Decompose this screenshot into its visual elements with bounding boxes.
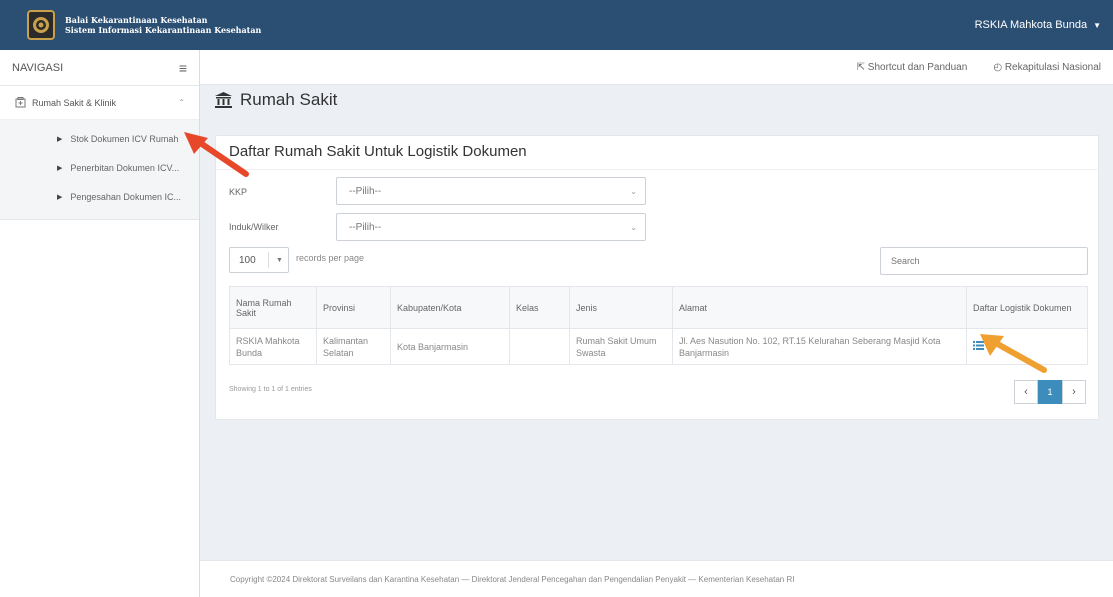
cell-nama: RSKIA Mahkota Bunda [229,328,317,365]
subheader-bar: ⇱ Shortcut dan Panduan ◴ Rekapitulasi Na… [200,50,1113,85]
column-header-jenis[interactable]: Jenis [569,286,673,329]
table-row: RSKIA Mahkota Bunda Kalimantan Selatan K… [229,328,1088,365]
column-header-daftar-logistik[interactable]: Daftar Logistik Dokumen [966,286,1088,329]
agency-logo-icon [27,10,55,40]
chevron-up-icon: ⌃ [178,98,185,107]
caret-right-icon: ▶ [57,135,63,143]
chevron-down-icon: ⌄ [630,186,637,196]
pagination-next-button[interactable]: › [1062,380,1086,404]
filter-label-kkp: KKP [229,187,248,197]
bank-building-icon [215,92,232,108]
caret-down-icon: ▼ [276,256,283,264]
filter-label-induk-wilker: Induk/Wilker [229,222,279,232]
column-header-kabupaten[interactable]: Kabupaten/Kota [390,286,510,329]
sidebar-header: NAVIGASI ≡ [0,50,199,86]
top-navbar: Balai Kekarantinaan Kesehatan Sistem Inf… [0,0,1113,50]
panel-title: Daftar Rumah Sakit Untuk Logistik Dokume… [229,143,527,160]
page-length-select[interactable]: 100 ▼ [229,247,289,273]
rekapitulasi-link[interactable]: ◴ Rekapitulasi Nasional [993,62,1101,73]
hamburger-menu-icon[interactable]: ≡ [179,60,187,76]
brand-line2: Sistem Informasi Kekarantinaan Kesehatan [65,25,262,35]
cell-alamat: Jl. Aes Nasution No. 102, RT.15 Keluraha… [672,328,967,365]
cell-kabupaten: Kota Banjarmasin [390,328,510,365]
page-length-label: records per page [296,253,365,263]
caret-down-icon: ▼ [1093,20,1101,30]
rekapitulasi-label: Rekapitulasi Nasional [1004,61,1101,73]
sidebar-item-label: Penerbitan Dokumen ICV... [70,162,180,173]
induk-wilker-select[interactable]: --Pilih-- ⌄ [336,213,646,241]
pagination-prev-button[interactable]: ‹ [1014,380,1038,404]
induk-wilker-select-value: --Pilih-- [349,221,382,233]
external-link-icon: ⇱ [856,61,868,73]
sidebar-item-penerbitan-dokumen[interactable]: ▶ Penerbitan Dokumen ICV... [0,153,199,182]
panel-divider [216,169,1098,170]
kkp-select[interactable]: --Pilih-- ⌄ [336,177,646,205]
pagination-page-button[interactable]: 1 [1038,380,1062,404]
table-header-row: Nama Rumah Sakit Provinsi Kabupaten/Kota… [229,286,1088,329]
hospital-building-icon [14,97,26,109]
user-menu[interactable]: RSKIA Mahkota Bunda ▼ [975,0,1101,50]
hospital-table: Nama Rumah Sakit Provinsi Kabupaten/Kota… [229,286,1088,365]
cell-provinsi: Kalimantan Selatan [316,328,391,365]
table-info: Showing 1 to 1 of 1 entries [229,386,312,393]
globe-icon: ◴ [993,61,1005,73]
pagination: ‹ 1 › [1014,380,1086,404]
page-title-text: Rumah Sakit [240,90,338,109]
brand-line1: Balai Kekarantinaan Kesehatan [65,15,208,25]
sidebar: NAVIGASI ≡ Rumah Sakit & Klinik ⌃ ▶ Stok… [0,50,200,597]
user-name: RSKIA Mahkota Bunda [974,19,1088,31]
red-annotation-arrow-icon [184,132,249,177]
cell-kelas [509,328,570,365]
caret-right-icon: ▶ [57,164,63,172]
page-title: Rumah Sakit [215,90,337,110]
page-length-value: 100 [239,254,256,266]
column-header-nama[interactable]: Nama Rumah Sakit [229,286,317,329]
shortcut-label: Shortcut dan Panduan [867,61,968,73]
column-header-provinsi[interactable]: Provinsi [316,286,391,329]
sidebar-item-label: Pengesahan Dokumen IC... [70,191,181,202]
sidebar-item-label: Stok Dokumen ICV Rumah [70,133,179,144]
footer: Copyright ©2024 Direktorat Surveilans da… [200,560,1113,597]
kkp-select-value: --Pilih-- [349,185,382,197]
orange-annotation-arrow-icon [980,334,1047,373]
sidebar-title: NAVIGASI [12,61,64,74]
footer-copyright: Copyright ©2024 Direktorat Surveilans da… [230,574,795,584]
hospital-list-panel: Daftar Rumah Sakit Untuk Logistik Dokume… [215,135,1099,420]
shortcut-link[interactable]: ⇱ Shortcut dan Panduan [857,62,968,73]
caret-right-icon: ▶ [57,193,63,201]
chevron-down-icon: ⌄ [630,222,637,232]
sidebar-group-rumah-sakit[interactable]: Rumah Sakit & Klinik ⌃ [0,86,199,120]
sidebar-item-stok-dokumen[interactable]: ▶ Stok Dokumen ICV Rumah [0,124,199,153]
brand[interactable]: Balai Kekarantinaan Kesehatan Sistem Inf… [0,0,261,50]
search-input[interactable] [880,247,1088,275]
sidebar-group-label: Rumah Sakit & Klinik [32,97,117,108]
brand-text: Balai Kekarantinaan Kesehatan Sistem Inf… [65,15,261,35]
cell-jenis: Rumah Sakit Umum Swasta [569,328,673,365]
column-header-kelas[interactable]: Kelas [509,286,570,329]
sidebar-submenu: ▶ Stok Dokumen ICV Rumah ▶ Penerbitan Do… [0,120,199,220]
column-header-alamat[interactable]: Alamat [672,286,967,329]
select-divider [268,252,269,268]
sidebar-item-pengesahan-dokumen[interactable]: ▶ Pengesahan Dokumen IC... [0,182,199,211]
